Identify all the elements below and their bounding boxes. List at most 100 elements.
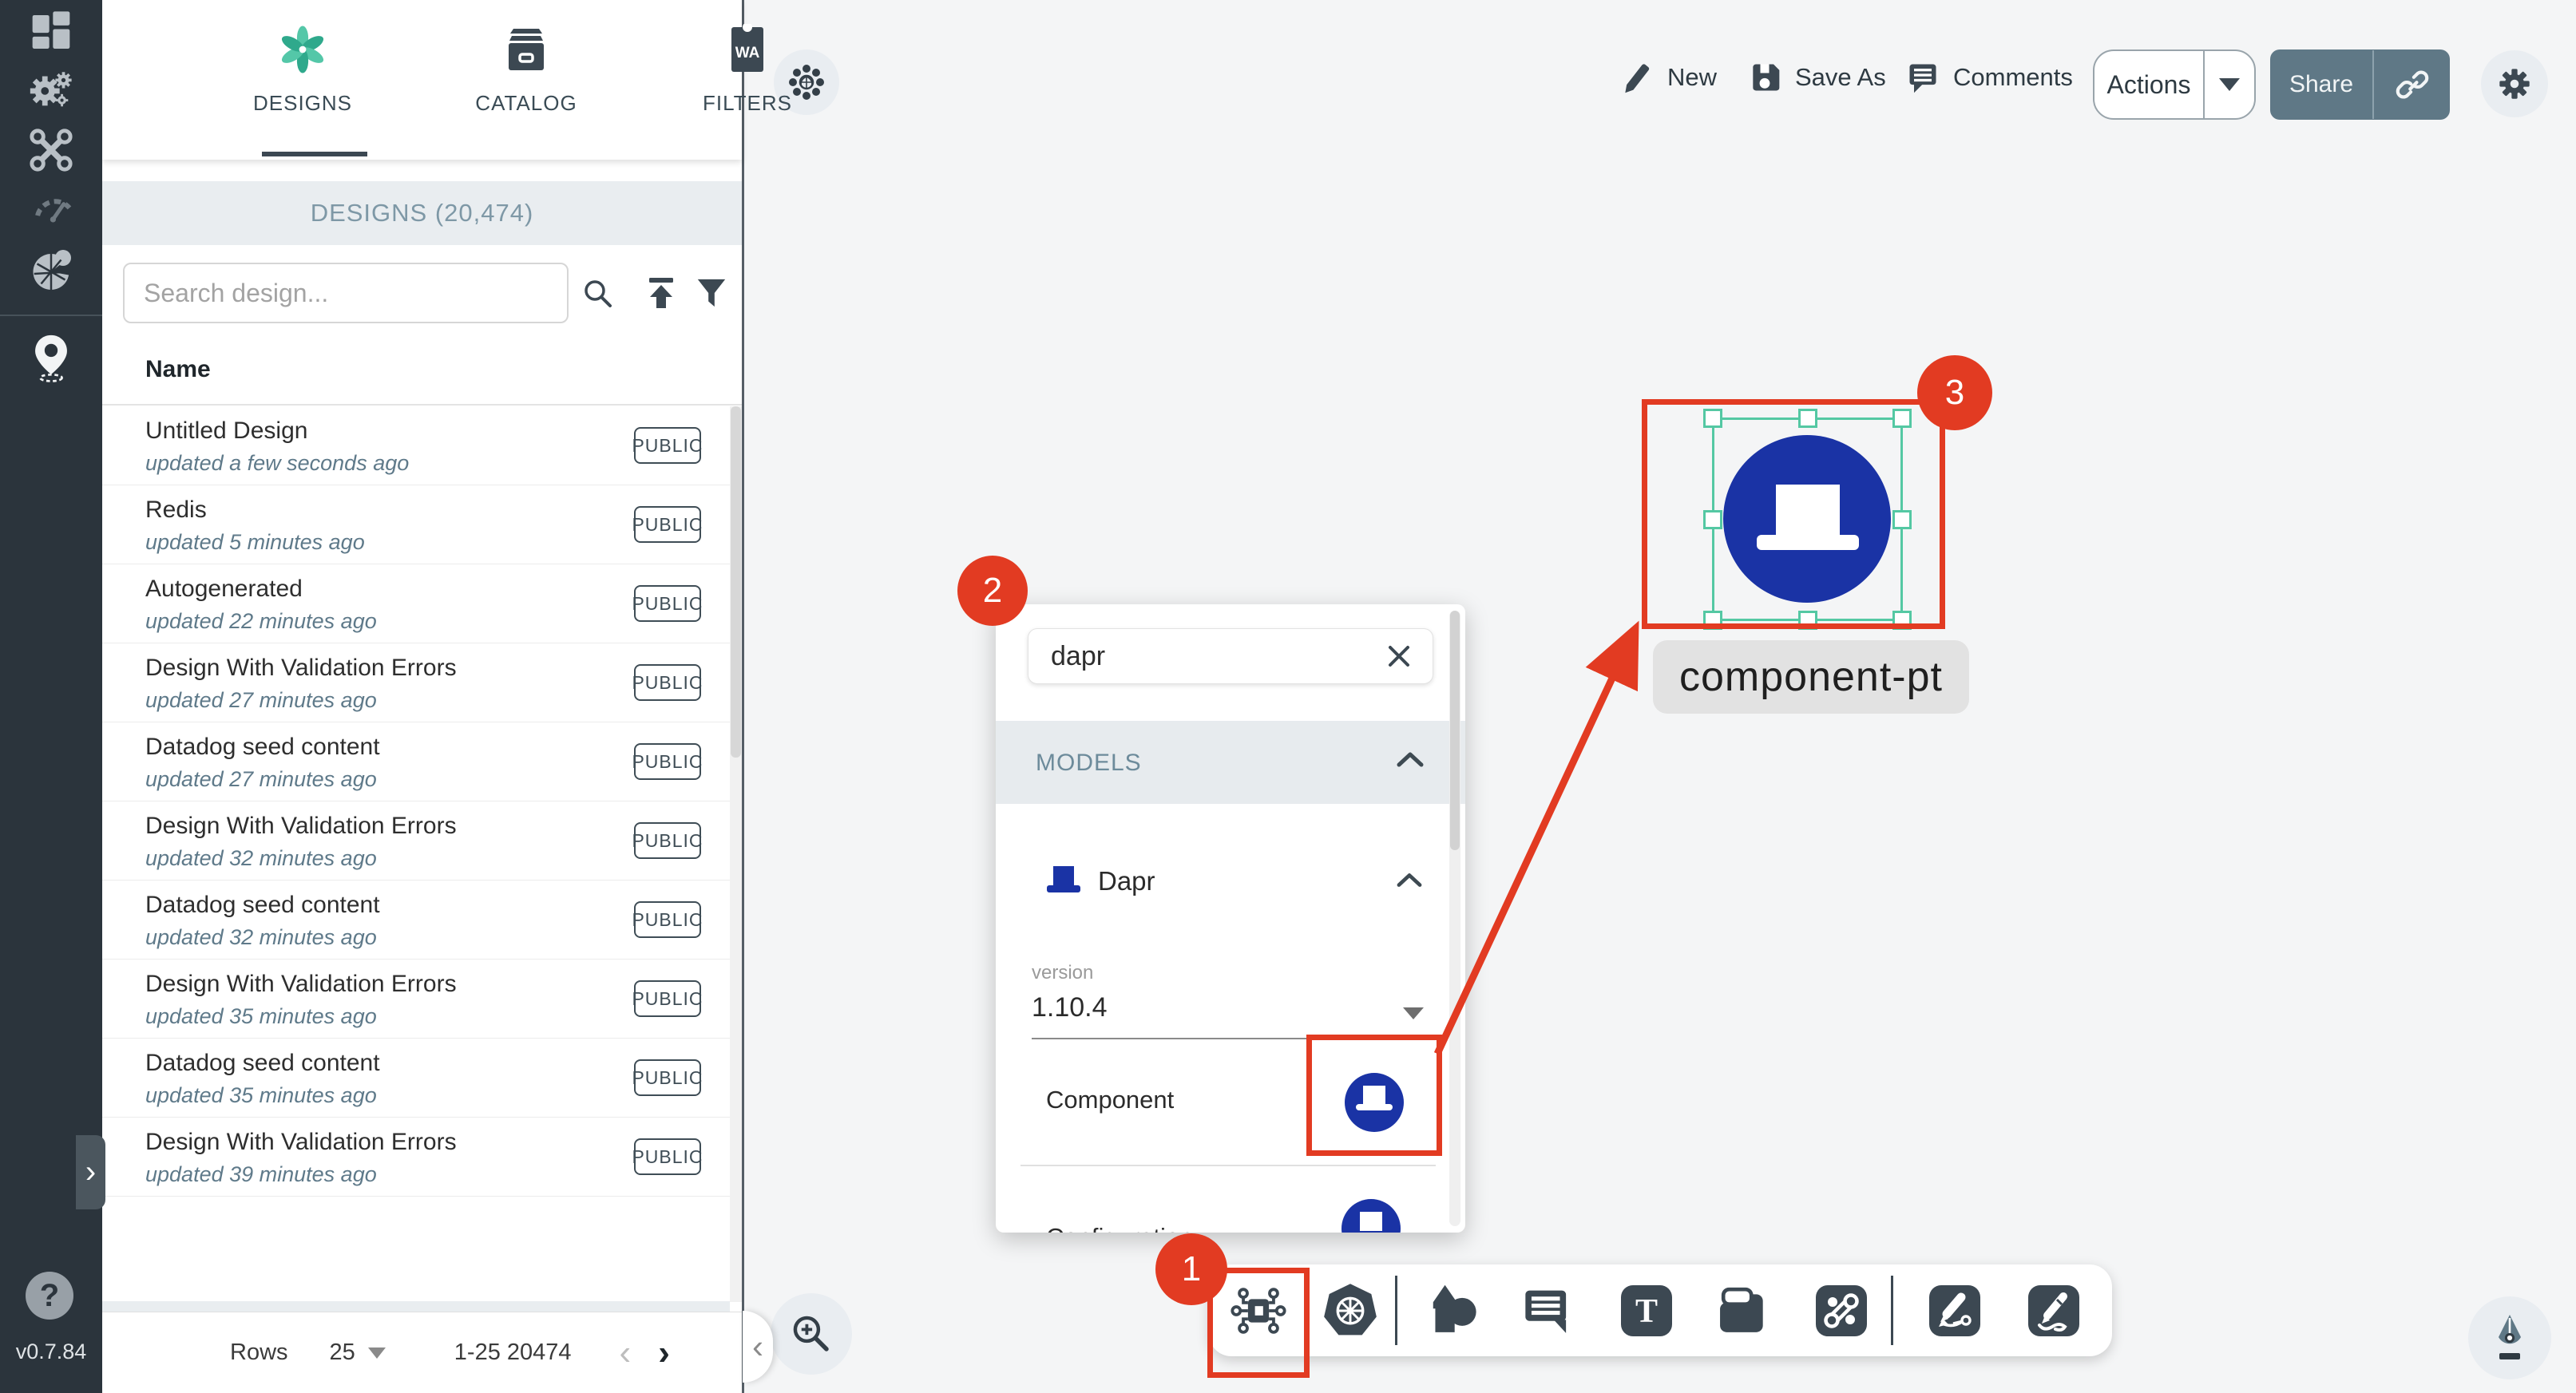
visibility-badge: PUBLIC — [634, 664, 701, 701]
design-name: Design With Validation Errors — [145, 813, 457, 840]
design-row[interactable]: Untitled Design updated a few seconds ag… — [102, 406, 730, 485]
app-sidebar: › ? v0.7.84 — [0, 0, 102, 1393]
component-name-label[interactable]: component-pt — [1653, 640, 1969, 714]
sidebar-divider — [0, 315, 102, 316]
save-as-button[interactable]: Save As — [1747, 60, 1886, 95]
actions-dropdown-icon[interactable] — [2219, 78, 2240, 91]
design-updated: updated 35 minutes ago — [145, 1083, 377, 1108]
design-name: Datadog seed content — [145, 892, 380, 919]
design-search-input[interactable] — [123, 263, 569, 323]
dapr-model-name: Dapr — [1098, 866, 1155, 896]
dashboard-icon[interactable] — [19, 0, 83, 64]
design-name: Autogenerated — [145, 576, 303, 603]
version-select-value[interactable]: 1.10.4 — [1032, 992, 1108, 1023]
list-scrollbar[interactable] — [730, 406, 742, 1302]
shapes-icon[interactable] — [1426, 1283, 1479, 1339]
rows-label: Rows — [230, 1340, 288, 1366]
annotation-pen-icon[interactable] — [1929, 1285, 1980, 1336]
search-icon[interactable] — [580, 275, 616, 312]
annotation-step-2: 2 — [957, 556, 1028, 626]
design-updated: updated a few seconds ago — [145, 451, 409, 476]
help-button[interactable]: ? — [26, 1272, 73, 1320]
version-select-caret[interactable] — [1403, 1007, 1424, 1019]
gear-icon — [2494, 63, 2535, 105]
models-section-header[interactable]: MODELS — [996, 721, 1465, 804]
designs-drawer: DESIGNS CATALOG — [102, 0, 744, 1393]
freehand-draw-icon[interactable] — [2028, 1285, 2079, 1336]
collapse-model-icon[interactable] — [1395, 869, 1424, 892]
performance-gauge-icon[interactable] — [19, 174, 83, 238]
clear-search-icon[interactable] — [1383, 640, 1415, 672]
tab-catalog-label: CATALOG — [475, 91, 577, 116]
design-row[interactable]: Design With Validation Errors updated 35… — [102, 960, 730, 1039]
actions-label: Actions — [2094, 70, 2203, 100]
new-design-button[interactable]: New — [1619, 60, 1717, 95]
filter-funnel-icon[interactable] — [695, 275, 731, 312]
filters-wa-icon: WA — [717, 19, 778, 80]
rows-per-page-value: 25 — [330, 1340, 355, 1366]
share-button-group: Share — [2270, 49, 2450, 120]
text-tool-icon[interactable]: T — [1621, 1285, 1672, 1336]
tab-catalog[interactable]: CATALOG — [446, 19, 606, 147]
design-row[interactable]: Datadog seed content updated 27 minutes … — [102, 722, 730, 801]
pagination-footer: Rows 25 1-25 20474 ‹ › — [102, 1312, 742, 1393]
drawer-collapse-handle[interactable]: ‹ — [743, 1311, 773, 1383]
note-icon[interactable] — [1718, 1284, 1771, 1337]
kanvas-pin-icon[interactable] — [19, 326, 83, 390]
actions-button[interactable]: Actions — [2093, 49, 2256, 120]
collapse-section-icon[interactable] — [1395, 748, 1425, 772]
design-updated: updated 27 minutes ago — [145, 767, 377, 792]
active-tab-underline — [262, 152, 367, 156]
drawer-tabs: DESIGNS CATALOG — [102, 0, 742, 160]
save-as-label: Save As — [1795, 63, 1886, 92]
relationship-link-icon[interactable] — [1816, 1285, 1867, 1336]
settings-button[interactable] — [2481, 50, 2548, 117]
design-row[interactable]: Design With Validation Errors updated 32… — [102, 801, 730, 881]
settings-gears-icon[interactable] — [19, 57, 83, 121]
design-row[interactable]: Design With Validation Errors updated 27… — [102, 643, 730, 722]
design-name: Design With Validation Errors — [145, 971, 457, 998]
visibility-badge: PUBLIC — [634, 427, 701, 464]
visibility-badge: PUBLIC — [634, 506, 701, 543]
panel-scrollbar-thumb[interactable] — [1450, 611, 1460, 850]
zoom-button[interactable] — [771, 1293, 852, 1375]
import-design-icon[interactable] — [644, 275, 680, 312]
kubernetes-icon[interactable] — [1322, 1282, 1379, 1340]
annotation-box-component-item — [1306, 1035, 1442, 1156]
design-name: Datadog seed content — [145, 1050, 380, 1077]
link-icon — [2395, 67, 2430, 102]
design-row[interactable]: Datadog seed content updated 35 minutes … — [102, 1039, 730, 1118]
rows-per-page-select[interactable]: 25 — [330, 1340, 386, 1366]
prev-page-button[interactable]: ‹ — [620, 1333, 632, 1373]
comment-icon[interactable] — [1520, 1284, 1573, 1337]
panel-search-input[interactable] — [1051, 629, 1370, 683]
design-name: Design With Validation Errors — [145, 1129, 457, 1156]
comments-button[interactable]: Comments — [1905, 60, 2073, 95]
share-button[interactable]: Share — [2270, 71, 2372, 98]
dapr-configuration-icon[interactable] — [1342, 1199, 1401, 1233]
catalog-archive-icon — [496, 19, 557, 80]
design-row[interactable]: Design With Validation Errors updated 39… — [102, 1118, 730, 1197]
design-row[interactable]: Autogenerated updated 22 minutes ago PUB… — [102, 564, 730, 643]
extensions-mosaic-icon[interactable] — [19, 238, 83, 302]
designs-spiral-icon — [272, 19, 333, 80]
design-name: Untitled Design — [145, 418, 307, 445]
next-page-button[interactable]: › — [658, 1333, 670, 1373]
design-updated: updated 39 minutes ago — [145, 1162, 377, 1187]
models-section-label: MODELS — [1036, 750, 1142, 777]
panel-scrollbar[interactable] — [1449, 611, 1460, 1226]
design-row[interactable]: Redis updated 5 minutes ago PUBLIC — [102, 485, 730, 564]
visibility-badge: PUBLIC — [634, 1138, 701, 1175]
tab-filters[interactable]: WA FILTERS — [668, 19, 827, 147]
design-row[interactable]: Datadog seed content updated 32 minutes … — [102, 881, 730, 960]
tab-designs[interactable]: DESIGNS — [223, 19, 382, 147]
model-row-dapr[interactable]: Dapr — [996, 836, 1465, 928]
sidebar-expand-handle[interactable]: › — [76, 1135, 105, 1209]
pagination-range: 1-25 20474 — [454, 1340, 572, 1366]
designs-count-header: DESIGNS (20,474) — [102, 181, 742, 245]
list-scrollbar-thumb[interactable] — [731, 406, 741, 758]
design-pen-button[interactable] — [2468, 1296, 2551, 1379]
design-updated: updated 35 minutes ago — [145, 1004, 377, 1029]
toolkit-wrenches-icon[interactable] — [19, 118, 83, 182]
copy-link-button[interactable] — [2374, 67, 2450, 102]
